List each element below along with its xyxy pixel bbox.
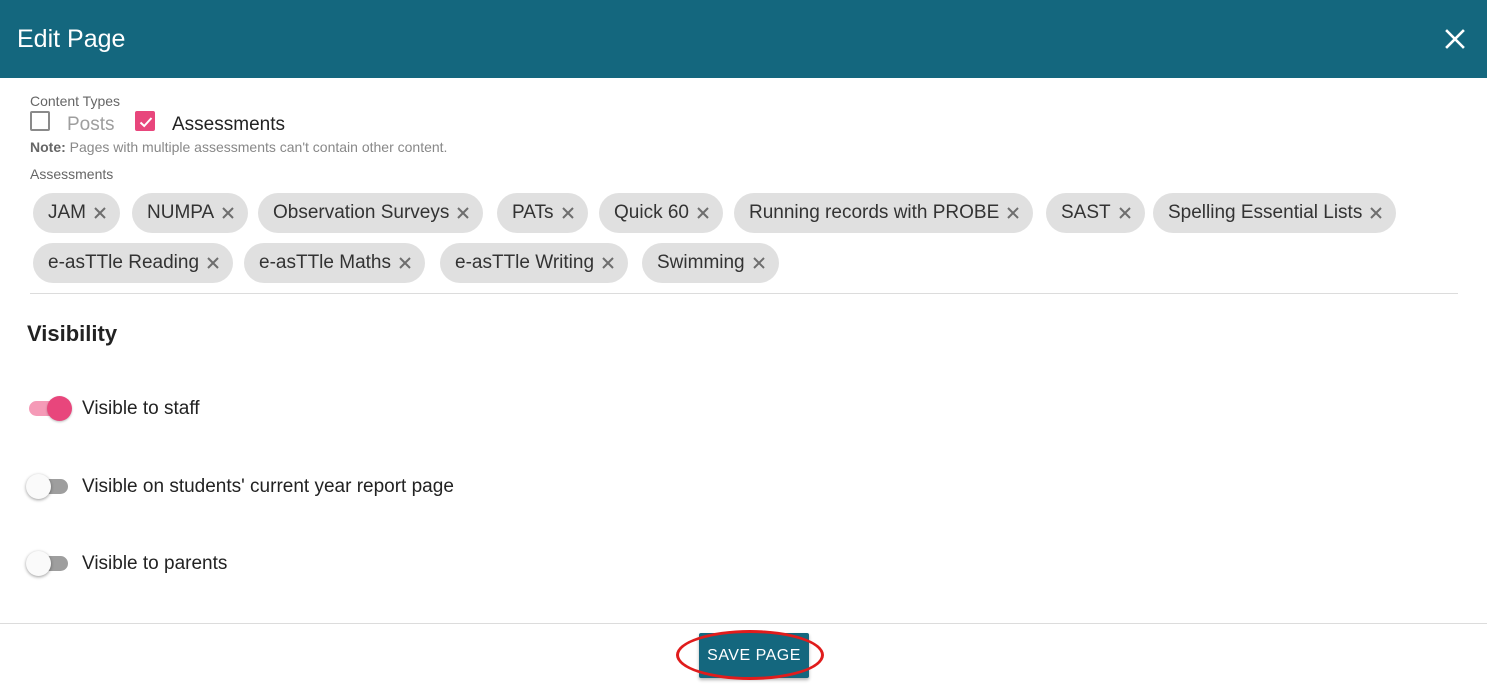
content-types-label: Content Types	[30, 93, 121, 109]
remove-chip-icon[interactable]	[600, 255, 616, 271]
content-types-note: Note: Pages with multiple assessments ca…	[30, 139, 447, 155]
assessment-chip: e-asTTle Reading	[33, 243, 234, 283]
assessments-checkbox[interactable]	[135, 111, 155, 131]
toggle-knob[interactable]	[47, 396, 72, 421]
chip-label: NUMPA	[147, 202, 215, 223]
footer-divider	[0, 623, 1487, 624]
remove-chip-icon[interactable]	[695, 205, 711, 221]
posts-checkbox[interactable]	[30, 111, 50, 131]
visible-to-staff-label: Visible to staff	[82, 398, 200, 419]
remove-chip-icon[interactable]	[1005, 205, 1021, 221]
assessment-chip: JAM	[33, 193, 120, 233]
remove-chip-icon[interactable]	[455, 205, 471, 221]
chip-label: Swimming	[657, 252, 745, 273]
remove-chip-icon[interactable]	[397, 255, 413, 271]
chip-label: PATs	[512, 202, 554, 223]
toggle-knob[interactable]	[26, 474, 51, 499]
note-text: Pages with multiple assessments can't co…	[65, 139, 448, 155]
chip-label: Observation Surveys	[273, 202, 450, 223]
assessment-chip: e-asTTle Maths	[244, 243, 425, 283]
visible-on-report-toggle[interactable]	[26, 472, 72, 500]
posts-label[interactable]: Posts	[67, 114, 115, 136]
chip-label: Spelling Essential Lists	[1168, 202, 1363, 223]
remove-chip-icon[interactable]	[220, 205, 236, 221]
note-prefix: Note:	[30, 139, 66, 155]
assessments-label[interactable]: Assessments	[172, 114, 285, 136]
remove-chip-icon[interactable]	[751, 255, 767, 271]
checkmark-icon	[139, 117, 153, 128]
remove-chip-icon[interactable]	[1117, 205, 1133, 221]
chip-label: e-asTTle Maths	[259, 252, 391, 273]
chip-label: e-asTTle Reading	[48, 252, 200, 273]
assessment-chip: SAST	[1046, 193, 1145, 233]
toggle-knob[interactable]	[26, 551, 51, 576]
close-button[interactable]	[1438, 22, 1472, 56]
visible-to-parents-toggle[interactable]	[26, 549, 72, 577]
remove-chip-icon[interactable]	[560, 205, 576, 221]
remove-chip-icon[interactable]	[1368, 205, 1384, 221]
assessment-chip: PATs	[497, 193, 588, 233]
remove-chip-icon[interactable]	[92, 205, 108, 221]
remove-chip-icon[interactable]	[205, 255, 221, 271]
dialog-title: Edit Page	[17, 25, 126, 53]
close-icon[interactable]	[1438, 22, 1472, 56]
save-page-button[interactable]: SAVE PAGE	[699, 633, 809, 678]
assessment-chip: Spelling Essential Lists	[1153, 193, 1397, 233]
visible-to-parents-label: Visible to parents	[82, 553, 228, 574]
chip-label: Quick 60	[614, 202, 689, 223]
visibility-heading: Visibility	[27, 321, 118, 346]
chip-label: JAM	[48, 202, 86, 223]
assessment-chip: Quick 60	[599, 193, 723, 233]
chip-label: SAST	[1061, 202, 1111, 223]
dialog-header: Edit Page	[0, 0, 1487, 78]
chip-label: Running records with PROBE	[749, 202, 1000, 223]
visible-to-staff-toggle[interactable]	[27, 394, 73, 422]
visible-on-report-label: Visible on students' current year report…	[82, 476, 454, 497]
assessment-chip: NUMPA	[132, 193, 249, 233]
assessment-chip: Swimming	[642, 243, 779, 283]
assessment-chip: Observation Surveys	[258, 193, 484, 233]
assessment-chip: Running records with PROBE	[734, 193, 1034, 233]
assessments-divider	[30, 293, 1458, 294]
assessment-chip: e-asTTle Writing	[440, 243, 629, 283]
chip-label: e-asTTle Writing	[455, 252, 595, 273]
assessments-section-label: Assessments	[30, 166, 114, 182]
